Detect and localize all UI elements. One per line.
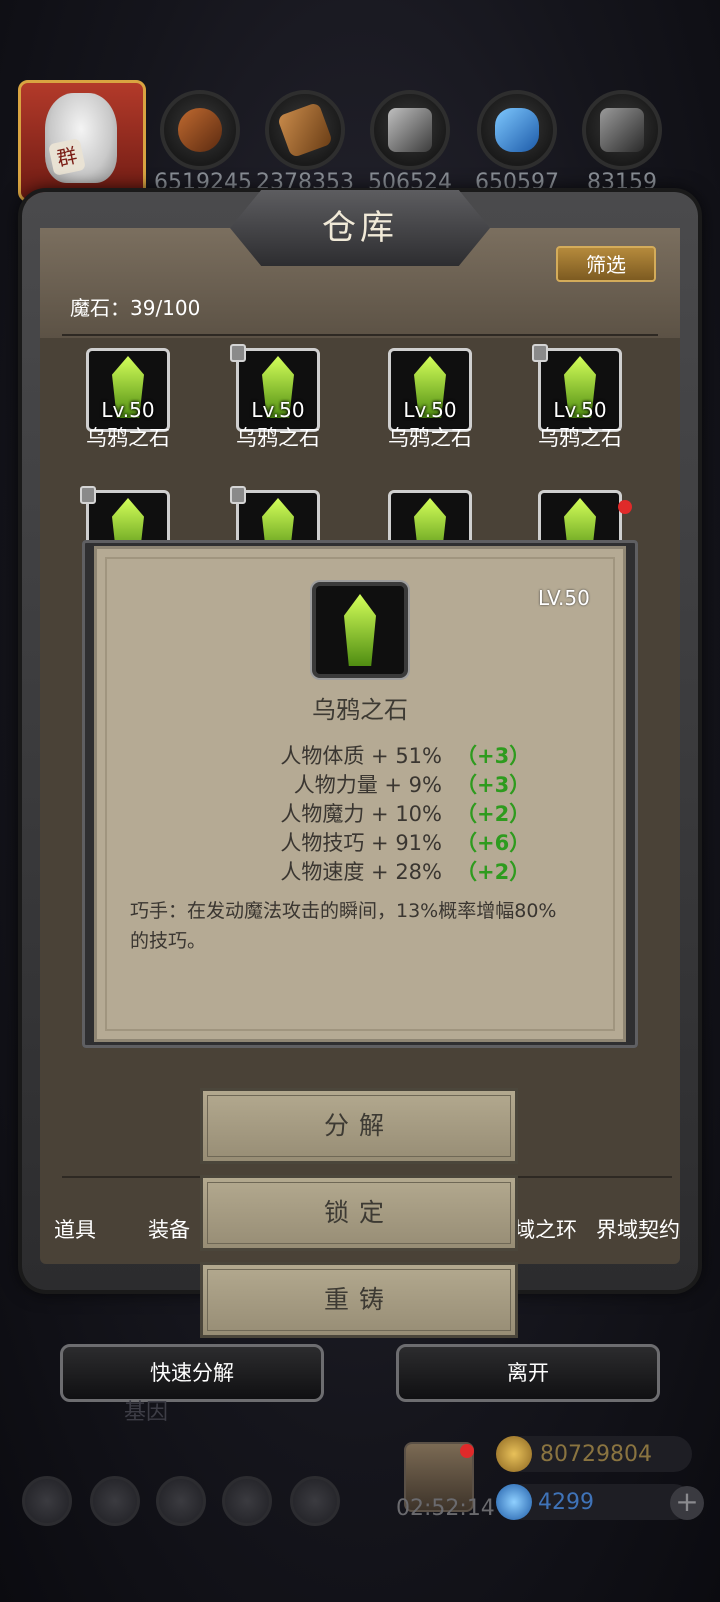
steel-ingot-icon[interactable] (582, 90, 662, 170)
filter-button[interactable]: 筛选 (556, 246, 656, 282)
inventory-item[interactable]: Lv.50 (388, 348, 472, 432)
stat-strength-bonus: （+3） (456, 773, 531, 797)
detail-level: LV.50 (538, 586, 590, 610)
menu-icon-3[interactable] (156, 1476, 206, 1526)
item-level: Lv.50 (251, 398, 305, 422)
tab-equipment[interactable]: 装备 (148, 1214, 190, 1244)
wood-log-icon[interactable] (160, 90, 240, 170)
stat-speed-bonus: （+2） (456, 860, 531, 884)
player-avatar[interactable]: 群 (18, 80, 146, 202)
stat-skill-bonus: （+6） (456, 831, 531, 855)
detail-item-icon (312, 582, 408, 678)
blue-crystal-icon[interactable] (477, 90, 557, 170)
lock-icon (230, 344, 246, 362)
stat-magic-bonus: （+2） (456, 802, 531, 826)
gold-coin-icon (496, 1436, 532, 1472)
stat-strength: 人物力量 + 9% (293, 773, 442, 797)
inventory-item[interactable]: Lv.50 (230, 344, 320, 432)
gift-badge (460, 1444, 474, 1458)
tab-items[interactable]: 道具 (54, 1214, 96, 1244)
menu-icon-1[interactable] (22, 1476, 72, 1526)
leave-button[interactable]: 离开 (396, 1344, 660, 1402)
new-badge (618, 500, 632, 514)
menu-icon-5[interactable] (290, 1476, 340, 1526)
stat-constitution-bonus: （+3） (456, 744, 531, 768)
resource-bar: 群 6519245 2378353 506524 650597 83159 (0, 0, 720, 202)
gold-value: 80729804 (540, 1442, 652, 1467)
stat-constitution: 人物体质 + 51% (280, 744, 442, 768)
gem-value: 4299 (538, 1490, 594, 1515)
inventory-item[interactable]: Lv.50 (532, 344, 622, 432)
gift-timer: 02:52:14 (396, 1496, 495, 1521)
inventory-item[interactable]: Lv.50 (86, 348, 170, 432)
tab-domain-contract[interactable]: 界域契约 (596, 1214, 680, 1244)
item-level: Lv.50 (403, 398, 457, 422)
plus-icon[interactable]: + (670, 1486, 704, 1520)
lock-button[interactable]: 锁定 (200, 1175, 518, 1251)
quick-decompose-button[interactable]: 快速分解 (60, 1344, 324, 1402)
item-level: Lv.50 (553, 398, 607, 422)
stat-speed: 人物速度 + 28% (280, 860, 442, 884)
magic-stone-count: 魔石：39/100 (70, 296, 201, 320)
blue-gem-icon (496, 1484, 532, 1520)
item-level: Lv.50 (101, 398, 155, 422)
avatar-seal: 群 (48, 138, 86, 176)
menu-icon-4[interactable] (222, 1476, 272, 1526)
stat-skill: 人物技巧 + 91% (280, 831, 442, 855)
item-name: 乌鸦之石 (86, 426, 170, 450)
tab-domain-ring[interactable]: 域之环 (514, 1214, 577, 1244)
lock-icon (230, 486, 246, 504)
item-name: 乌鸦之石 (538, 426, 622, 450)
page-title: 仓库 (322, 208, 398, 248)
detail-description: 巧手：在发动魔法攻击的瞬间，13%概率增幅80%的技巧。 (130, 900, 557, 952)
iron-ingot-icon[interactable] (370, 90, 450, 170)
background-text: 基因 (124, 1400, 169, 1425)
item-name: 乌鸦之石 (236, 426, 320, 450)
stat-magic: 人物魔力 + 10% (280, 802, 442, 826)
menu-icon-2[interactable] (90, 1476, 140, 1526)
header-divider (62, 334, 658, 336)
lock-icon (532, 344, 548, 362)
item-name: 乌鸦之石 (388, 426, 472, 450)
lock-icon (80, 486, 96, 504)
recast-button[interactable]: 重铸 (200, 1262, 518, 1338)
decompose-button[interactable]: 分解 (200, 1088, 518, 1164)
detail-item-name: 乌鸦之石 (312, 696, 408, 724)
plank-icon[interactable] (265, 90, 345, 170)
crow-stone-icon (344, 594, 376, 666)
